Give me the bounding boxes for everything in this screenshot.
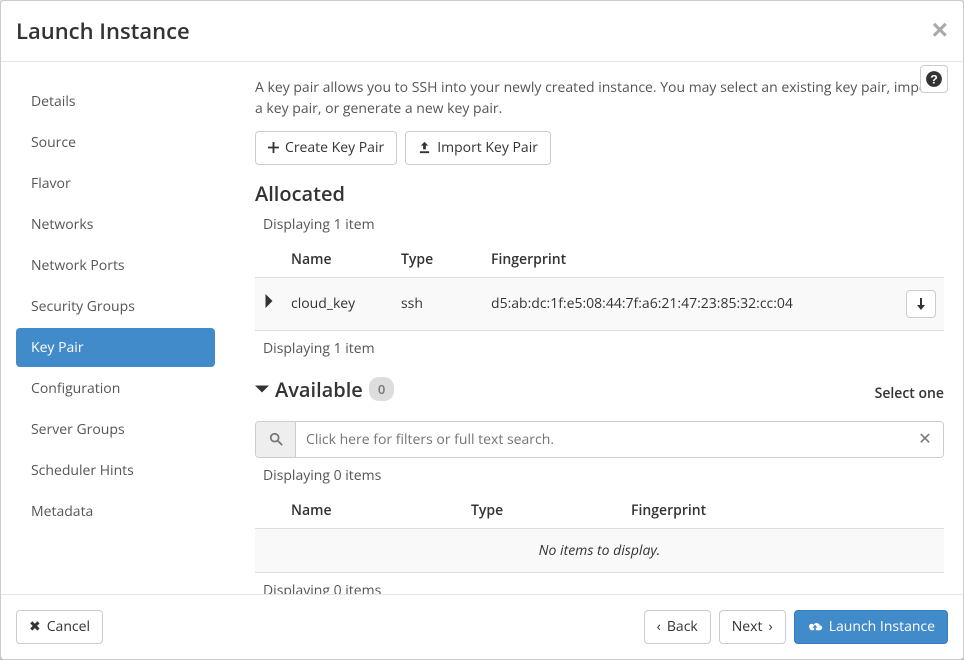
sidebar-item-metadata[interactable]: Metadata bbox=[16, 492, 215, 531]
next-button[interactable]: Next › bbox=[719, 610, 786, 644]
deallocate-button[interactable] bbox=[906, 290, 936, 318]
plus-icon bbox=[268, 142, 279, 153]
available-count-bottom: Displaying 0 items bbox=[263, 581, 944, 594]
sidebar-item-details[interactable]: Details bbox=[16, 82, 215, 121]
launch-instance-modal: Launch Instance × ? Details Source Flavo… bbox=[0, 0, 964, 660]
x-icon: ✖ bbox=[29, 617, 41, 637]
sidebar-item-configuration[interactable]: Configuration bbox=[16, 369, 215, 408]
create-key-pair-label: Create Key Pair bbox=[285, 138, 384, 158]
chevron-down-icon bbox=[255, 384, 269, 394]
available-header[interactable]: Available 0 bbox=[255, 376, 394, 403]
sidebar-item-security-groups[interactable]: Security Groups bbox=[16, 287, 215, 326]
import-key-pair-button[interactable]: Import Key Pair bbox=[405, 131, 551, 165]
sidebar-item-network-ports[interactable]: Network Ports bbox=[16, 246, 215, 285]
allocated-count-bottom: Displaying 1 item bbox=[263, 339, 944, 358]
svg-text:?: ? bbox=[930, 73, 938, 87]
available-title: Available bbox=[275, 376, 363, 403]
modal-title: Launch Instance bbox=[16, 16, 948, 46]
launch-instance-button[interactable]: Launch Instance bbox=[794, 610, 948, 644]
cancel-button[interactable]: ✖ Cancel bbox=[16, 610, 103, 644]
sidebar-item-key-pair[interactable]: Key Pair bbox=[16, 328, 215, 367]
available-col-name: Name bbox=[283, 493, 463, 529]
back-button[interactable]: ‹ Back bbox=[644, 610, 711, 644]
search-icon[interactable] bbox=[256, 422, 296, 457]
chevron-right-icon: › bbox=[769, 617, 773, 637]
cancel-label: Cancel bbox=[47, 617, 90, 637]
create-key-pair-button[interactable]: Create Key Pair bbox=[255, 131, 397, 165]
back-label: Back bbox=[667, 617, 698, 637]
sidebar-item-scheduler-hints[interactable]: Scheduler Hints bbox=[16, 451, 215, 490]
import-key-pair-label: Import Key Pair bbox=[437, 138, 538, 158]
allocated-col-type: Type bbox=[393, 242, 483, 278]
available-count-badge: 0 bbox=[369, 377, 394, 401]
select-one-hint: Select one bbox=[875, 384, 944, 403]
help-icon[interactable]: ? bbox=[920, 65, 948, 93]
sidebar-item-flavor[interactable]: Flavor bbox=[16, 164, 215, 203]
close-icon[interactable]: × bbox=[932, 16, 948, 44]
launch-label: Launch Instance bbox=[829, 617, 935, 637]
arrow-down-icon bbox=[916, 298, 926, 310]
allocated-row-name: cloud_key bbox=[283, 277, 393, 330]
clear-search-icon[interactable]: ✕ bbox=[907, 422, 943, 457]
available-table: Name Type Fingerprint No items to displa… bbox=[255, 493, 944, 573]
chevron-right-icon[interactable] bbox=[264, 294, 274, 308]
available-empty-row: No items to display. bbox=[255, 528, 944, 572]
allocated-col-name: Name bbox=[283, 242, 393, 278]
allocated-title: Allocated bbox=[255, 180, 944, 207]
available-col-fingerprint: Fingerprint bbox=[623, 493, 896, 529]
available-col-type: Type bbox=[463, 493, 623, 529]
modal-body: Details Source Flavor Networks Network P… bbox=[1, 62, 963, 594]
description-text: A key pair allows you to SSH into your n… bbox=[255, 77, 944, 119]
allocated-col-fingerprint: Fingerprint bbox=[483, 242, 896, 278]
available-count-top: Displaying 0 items bbox=[263, 466, 944, 485]
sidebar: Details Source Flavor Networks Network P… bbox=[16, 77, 215, 579]
allocated-row-type: ssh bbox=[393, 277, 483, 330]
modal-footer: ✖ Cancel ‹ Back Next › Launch Instance bbox=[1, 594, 963, 659]
modal-header: Launch Instance × bbox=[1, 1, 963, 62]
no-items-text: No items to display. bbox=[255, 528, 944, 572]
allocated-row: cloud_key ssh d5:ab:dc:1f:e5:08:44:7f:a6… bbox=[255, 277, 944, 330]
main-panel: A key pair allows you to SSH into your n… bbox=[215, 77, 948, 579]
key-pair-actions: Create Key Pair Import Key Pair bbox=[255, 131, 944, 165]
sidebar-item-networks[interactable]: Networks bbox=[16, 205, 215, 244]
allocated-table: Name Type Fingerprint cloud_key ssh d5:a… bbox=[255, 242, 944, 331]
sidebar-item-source[interactable]: Source bbox=[16, 123, 215, 162]
cloud-upload-icon bbox=[807, 621, 823, 633]
search-input[interactable] bbox=[296, 422, 907, 457]
upload-icon bbox=[418, 141, 431, 154]
sidebar-item-server-groups[interactable]: Server Groups bbox=[16, 410, 215, 449]
allocated-row-fingerprint: d5:ab:dc:1f:e5:08:44:7f:a6:21:47:23:85:3… bbox=[483, 277, 896, 330]
allocated-count-top: Displaying 1 item bbox=[263, 215, 944, 234]
next-label: Next bbox=[732, 617, 763, 637]
search-bar: ✕ bbox=[255, 421, 944, 458]
chevron-left-icon: ‹ bbox=[657, 617, 661, 637]
